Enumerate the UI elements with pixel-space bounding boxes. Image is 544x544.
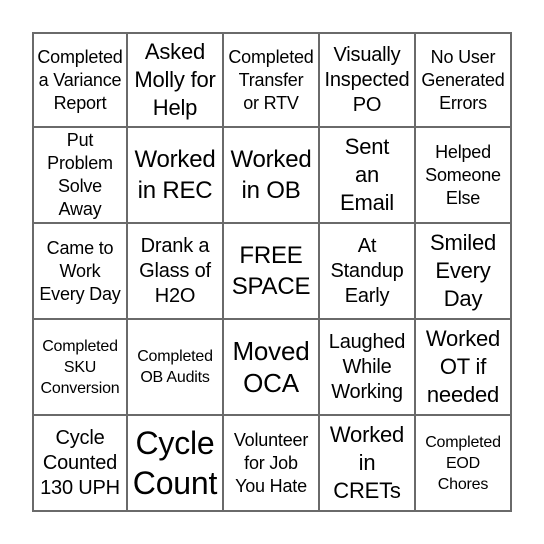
bingo-cell-label: Came to Work Every Day <box>39 237 121 304</box>
bingo-cell-label: Cycle Count <box>132 425 218 501</box>
bingo-cell[interactable]: Worked in REC <box>128 128 224 224</box>
bingo-cell[interactable]: No User Generated Errors <box>416 32 512 128</box>
bingo-cell[interactable]: Worked OT if needed <box>416 320 512 416</box>
bingo-cell-label: Completed EOD Chores <box>425 433 501 493</box>
bingo-cell-label: Drank a Glass of H2O <box>139 234 211 307</box>
bingo-cell[interactable]: Sent an Email <box>320 128 416 224</box>
bingo-cell[interactable]: Completed OB Audits <box>128 320 224 416</box>
bingo-cell-label: Visually Inspected PO <box>324 43 410 116</box>
bingo-cell[interactable]: Smiled Every Day <box>416 224 512 320</box>
bingo-cell[interactable]: Cycle Count <box>128 416 224 512</box>
bingo-cell[interactable]: Laughed While Working <box>320 320 416 416</box>
bingo-cell[interactable]: Completed a Variance Report <box>32 32 128 128</box>
bingo-cell[interactable]: Completed EOD Chores <box>416 416 512 512</box>
bingo-cell-label: Helped Someone Else <box>425 141 501 208</box>
bingo-cell[interactable]: Put Problem Solve Away <box>32 128 128 224</box>
bingo-cell-label: No User Generated Errors <box>421 46 505 113</box>
bingo-cell-label: Worked in OB <box>230 146 312 204</box>
bingo-cell[interactable]: Cycle Counted 130 UPH <box>32 416 128 512</box>
bingo-cell-label: At Standup Early <box>330 234 404 307</box>
bingo-cell-label: Put Problem Solve Away <box>47 130 113 219</box>
bingo-cell-label: Asked Molly for Help <box>134 39 216 120</box>
bingo-cell-label: Sent an Email <box>339 134 394 215</box>
bingo-cell-label: Worked in CRETs <box>329 422 405 503</box>
bingo-cell[interactable]: Worked in CRETs <box>320 416 416 512</box>
bingo-cell[interactable]: Worked in OB <box>224 128 320 224</box>
bingo-cell[interactable]: Drank a Glass of H2O <box>128 224 224 320</box>
bingo-board: Completed a Variance Report Asked Molly f… <box>32 32 512 512</box>
bingo-cell-label: Moved OCA <box>232 336 310 398</box>
bingo-cell-label: Smiled Every Day <box>429 230 497 311</box>
bingo-cell[interactable]: Visually Inspected PO <box>320 32 416 128</box>
bingo-cell[interactable]: Volunteer for Job You Hate <box>224 416 320 512</box>
bingo-cell-label: Completed a Variance Report <box>37 46 123 113</box>
bingo-cell-label: Worked in REC <box>134 146 216 204</box>
bingo-cell-label: Completed Transfer or RTV <box>228 46 314 113</box>
bingo-cell-label: FREE SPACE <box>231 242 311 300</box>
bingo-cell[interactable]: Asked Molly for Help <box>128 32 224 128</box>
bingo-cell-label: Completed OB Audits <box>137 348 213 386</box>
bingo-cell-free-space[interactable]: FREE SPACE <box>224 224 320 320</box>
bingo-cell[interactable]: At Standup Early <box>320 224 416 320</box>
bingo-cell[interactable]: Completed SKU Conversion <box>32 320 128 416</box>
bingo-cell-label: Volunteer for Job You Hate <box>233 429 309 496</box>
bingo-cell-label: Cycle Counted 130 UPH <box>40 426 120 499</box>
bingo-cell[interactable]: Moved OCA <box>224 320 320 416</box>
bingo-cell[interactable]: Came to Work Every Day <box>32 224 128 320</box>
bingo-cell-label: Completed SKU Conversion <box>40 337 120 397</box>
bingo-cell-label: Laughed While Working <box>328 330 406 403</box>
bingo-cell[interactable]: Helped Someone Else <box>416 128 512 224</box>
bingo-cell-label: Worked OT if needed <box>425 326 501 407</box>
bingo-cell[interactable]: Completed Transfer or RTV <box>224 32 320 128</box>
